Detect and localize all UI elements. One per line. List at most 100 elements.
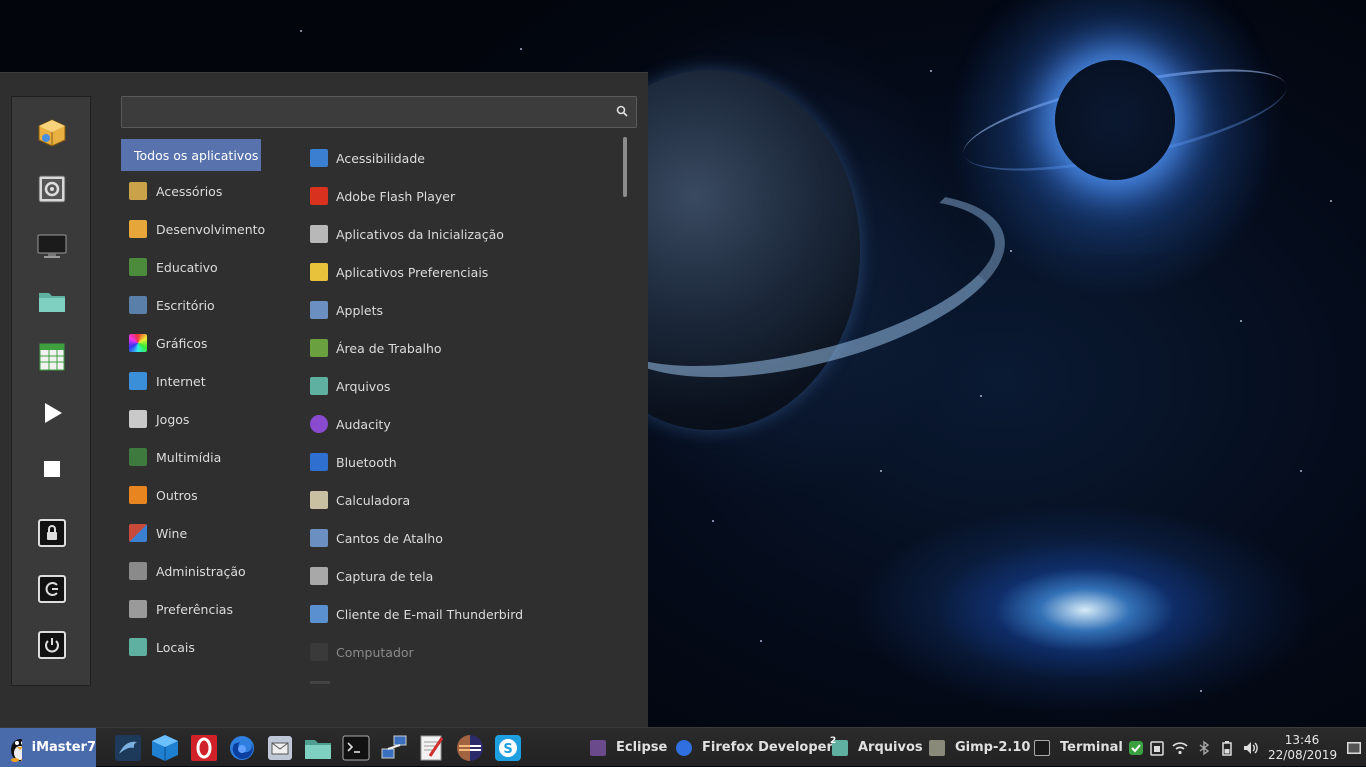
favorite-play[interactable] xyxy=(36,397,68,429)
app-label: Adobe Flash Player xyxy=(336,188,456,204)
category-all-applications[interactable]: Todos os aplicativos xyxy=(121,139,261,171)
lock-icon xyxy=(38,519,66,547)
apps-scrollbar[interactable] xyxy=(623,137,627,197)
app-adobe-flash-player[interactable]: Adobe Flash Player xyxy=(301,180,611,212)
files-icon xyxy=(305,740,331,759)
clock-time: 13:46 xyxy=(1284,733,1320,747)
app-label: Computador xyxy=(336,644,414,660)
app-thunderbird[interactable]: Cliente de E-mail Thunderbird xyxy=(301,598,611,630)
clock[interactable]: 13:46 22/08/2019 xyxy=(1268,733,1338,763)
tray-bluetooth[interactable] xyxy=(1196,740,1212,756)
tray-wifi[interactable] xyxy=(1172,740,1188,756)
launcher-skype[interactable]: S xyxy=(494,734,522,762)
settings-panel-icon xyxy=(38,175,66,203)
category-administration[interactable]: Administração xyxy=(121,555,261,587)
app-label: Área de Trabalho xyxy=(336,340,442,356)
launcher-eclipse[interactable] xyxy=(456,734,484,762)
tray-update-status[interactable] xyxy=(1128,740,1144,756)
logout-button[interactable] xyxy=(36,573,68,605)
app-label: Cliente de E-mail Thunderbird xyxy=(336,606,524,622)
launcher-network[interactable] xyxy=(380,734,408,762)
category-preferences[interactable]: Preferências xyxy=(121,593,261,625)
window-eclipse[interactable]: Eclipse xyxy=(590,728,667,767)
search-input[interactable] xyxy=(126,99,610,127)
shutdown-button[interactable] xyxy=(36,629,68,661)
window-gimp[interactable]: Gimp-2.10 xyxy=(929,728,1030,767)
firefox-icon xyxy=(230,736,254,760)
category-games[interactable]: Jogos xyxy=(121,403,261,435)
app-startup-applications[interactable]: Aplicativos da Inicialização xyxy=(301,218,611,250)
app-applets[interactable]: Applets xyxy=(301,294,611,326)
category-accessories[interactable]: Acessórios xyxy=(121,175,261,207)
accessories-icon xyxy=(129,182,147,200)
category-office[interactable]: Escritório xyxy=(121,289,261,321)
favorite-spreadsheet[interactable] xyxy=(36,341,68,373)
launcher-terminal[interactable] xyxy=(342,734,370,762)
firefox-window-icon xyxy=(676,739,692,756)
app-label: Captura de tela xyxy=(336,568,434,584)
clipboard-icon xyxy=(1150,741,1164,756)
app-label: Cantos de Atalho xyxy=(336,530,443,546)
star xyxy=(712,520,714,522)
launcher-opera[interactable] xyxy=(190,734,218,762)
favorite-folder[interactable] xyxy=(36,285,68,317)
star xyxy=(1330,200,1332,202)
launcher-thunderbird[interactable] xyxy=(266,734,294,762)
launcher-virtualbox[interactable] xyxy=(151,734,179,762)
category-development[interactable]: Desenvolvimento xyxy=(121,213,265,245)
category-label: Escritório xyxy=(156,297,215,313)
launcher-firefox[interactable] xyxy=(228,734,256,762)
app-hot-corners[interactable]: Cantos de Atalho xyxy=(301,522,611,554)
app-calculator[interactable]: Calculadora xyxy=(301,484,611,516)
tray-volume[interactable] xyxy=(1243,740,1259,756)
category-label: Locais xyxy=(156,639,195,655)
category-internet[interactable]: Internet xyxy=(121,365,261,397)
category-graphics[interactable]: Gráficos xyxy=(121,327,261,359)
app-audacity[interactable]: Audacity xyxy=(301,408,611,440)
app-screenshot[interactable]: Captura de tela xyxy=(301,560,611,592)
category-wine[interactable]: Wine xyxy=(121,517,261,549)
app-accessibility[interactable]: Acessibilidade xyxy=(301,142,611,174)
tray-battery[interactable] xyxy=(1219,740,1235,756)
search-box xyxy=(121,96,637,128)
app-preferred-applications[interactable]: Aplicativos Preferenciais xyxy=(301,256,611,288)
category-education[interactable]: Educativo xyxy=(121,251,261,283)
tray-clipboard[interactable] xyxy=(1149,740,1165,756)
launcher-text-editor[interactable] xyxy=(418,734,446,762)
favorite-monitor[interactable] xyxy=(36,229,68,261)
app-desktop[interactable]: Área de Trabalho xyxy=(301,332,611,364)
checkmark-shield-icon xyxy=(1129,741,1143,755)
accessibility-icon xyxy=(310,149,328,167)
category-label: Multimídia xyxy=(156,449,222,465)
show-desktop-icon xyxy=(1347,742,1361,754)
clock-date: 22/08/2019 xyxy=(1268,748,1338,762)
app-bluetooth[interactable]: Bluetooth xyxy=(301,446,611,478)
category-label: Gráficos xyxy=(156,335,208,351)
launcher-mysql-workbench[interactable] xyxy=(114,734,142,762)
tux-icon xyxy=(11,738,22,762)
lock-screen-button[interactable] xyxy=(36,517,68,549)
mysql-workbench-icon xyxy=(115,735,141,761)
category-places[interactable]: Locais xyxy=(121,631,261,663)
category-multimedia[interactable]: Multimídia xyxy=(121,441,261,473)
window-terminal[interactable]: Terminal xyxy=(1034,728,1123,767)
star xyxy=(520,48,522,50)
category-label: Outros xyxy=(156,487,198,503)
graphics-icon xyxy=(129,334,147,352)
menu-button[interactable]: iMaster7 xyxy=(0,728,96,767)
category-other[interactable]: Outros xyxy=(121,479,261,511)
window-firefox-developer[interactable]: Firefox Developer... xyxy=(676,728,846,767)
stop-icon xyxy=(44,461,60,477)
favorite-settings[interactable] xyxy=(36,173,68,205)
favorite-stop[interactable] xyxy=(36,453,68,485)
games-icon xyxy=(129,410,147,428)
window-files[interactable]: 2 Arquivos xyxy=(830,728,923,767)
app-computer[interactable]: Computador xyxy=(301,636,611,668)
launcher-files[interactable] xyxy=(304,734,332,762)
favorite-package[interactable] xyxy=(36,117,68,149)
app-files[interactable]: Arquivos xyxy=(301,370,611,402)
category-label: Administração xyxy=(156,563,246,579)
tray-show-desktop[interactable] xyxy=(1346,740,1362,756)
bluetooth-icon xyxy=(1199,740,1210,756)
search-icon[interactable] xyxy=(616,105,628,117)
